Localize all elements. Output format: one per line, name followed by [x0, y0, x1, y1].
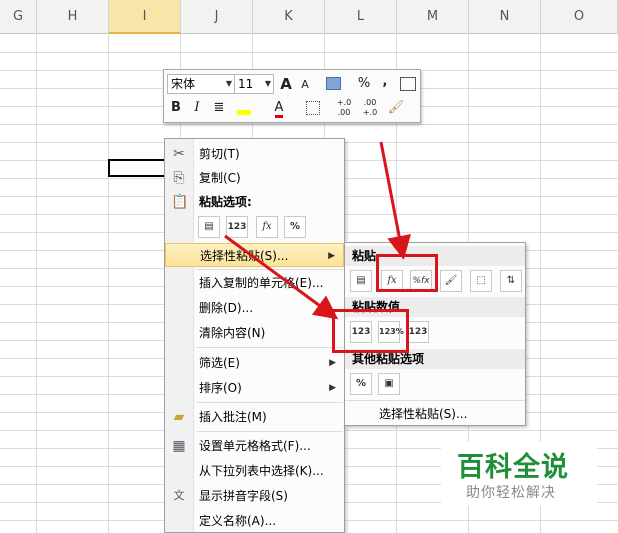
- arrow-to-paste-values: [224, 234, 339, 320]
- watermark-title: 百科全说: [457, 452, 569, 483]
- watermark: 百科全说 助你轻松解决: [441, 442, 597, 506]
- watermark-subtitle: 助你轻松解决: [466, 485, 556, 501]
- arrow-to-paste-formulas: [379, 141, 411, 260]
